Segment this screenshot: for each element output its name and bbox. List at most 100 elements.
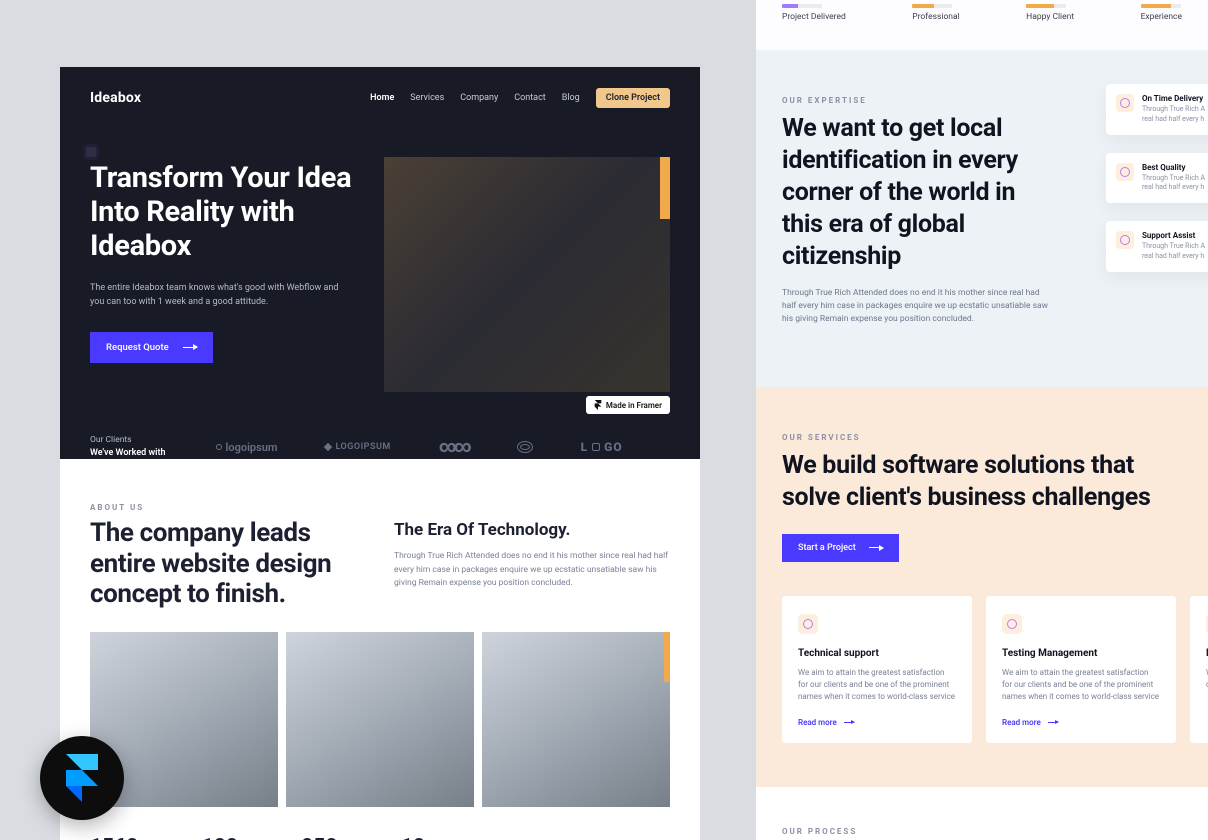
ministat-4-label: Experience	[1141, 12, 1182, 22]
framer-icon	[64, 754, 100, 802]
clone-project-button[interactable]: Clone Project	[596, 88, 670, 108]
expertise-card-2-title: Best Quality	[1142, 163, 1208, 172]
stat-4: 10 yrs	[401, 835, 459, 840]
arrow-right-icon	[844, 722, 854, 723]
progress-bar-icon	[782, 4, 822, 8]
services-heading: We build software solutions that solve c…	[782, 450, 1182, 514]
service-card-1-desc: We aim to attain the greatest satisfacti…	[798, 667, 956, 704]
framer-icon	[594, 400, 602, 410]
about-section: ABOUT US The company leads entire websit…	[60, 459, 700, 840]
about-columns: The company leads entire website design …	[90, 518, 670, 610]
about-right: The Era Of Technology. Through True Rich…	[394, 518, 670, 610]
ministat-3: Happy Client	[1026, 4, 1074, 22]
tech-support-icon	[798, 614, 818, 634]
era-title: The Era Of Technology.	[394, 520, 670, 540]
client-logo-2: LOGOIPSUM	[325, 442, 390, 452]
accent-bar-icon	[660, 157, 670, 219]
ministat-4: Experience	[1141, 4, 1182, 22]
expertise-card-3: Support AssistThrough True Rich A real h…	[1106, 221, 1208, 272]
clients-label-bold: We've Worked with	[90, 447, 166, 461]
nav-link-company[interactable]: Company	[460, 93, 498, 103]
request-quote-label: Request Quote	[106, 342, 169, 353]
about-left: The company leads entire website design …	[90, 518, 366, 610]
stat-2: 100+	[202, 835, 250, 840]
client-logo-5: LGO	[581, 440, 623, 454]
read-more-link-1[interactable]: Read more	[798, 718, 854, 727]
clients-label-small: Our Clients	[90, 435, 132, 445]
quality-icon	[1116, 163, 1134, 181]
read-more-label: Read more	[1002, 718, 1041, 727]
nav-link-services[interactable]: Services	[410, 93, 444, 103]
about-image-3	[482, 632, 670, 807]
ministat-1: Project Delivered	[782, 4, 846, 22]
nav-link-home[interactable]: Home	[370, 93, 394, 103]
hero-body: Transform Your Idea Into Reality with Id…	[90, 161, 670, 392]
stats-row: 1560+ 100+ 950+ 10 yrs	[90, 835, 670, 840]
made-in-framer-label: Made in Framer	[606, 401, 662, 410]
mini-stats-row: Project Delivered Professional Happy Cli…	[756, 0, 1208, 50]
hero-section: Ideabox Home Services Company Contact Bl…	[60, 67, 700, 459]
stat-1: 1560+	[90, 835, 150, 840]
made-in-framer-badge[interactable]: Made in Framer	[586, 396, 670, 414]
arrow-right-icon	[183, 347, 197, 348]
request-quote-button[interactable]: Request Quote	[90, 332, 213, 363]
preview-right: Project Delivered Professional Happy Cli…	[756, 0, 1208, 840]
service-card-2-desc: We aim to attain the greatest satisfacti…	[1002, 667, 1160, 704]
service-card-2: Testing Management We aim to attain the …	[986, 596, 1176, 743]
hero-image	[384, 157, 670, 392]
expertise-card-1: On Time Delivery Through True Rich A real…	[1106, 84, 1208, 135]
start-project-label: Start a Project	[798, 543, 856, 553]
ministat-2-label: Professional	[912, 12, 959, 22]
navbar: Ideabox Home Services Company Contact Bl…	[90, 85, 670, 111]
process-eyebrow: OUR PROCESS	[782, 827, 1182, 836]
ministat-1-label: Project Delivered	[782, 12, 846, 22]
client-logo-3: ∞∞	[439, 437, 469, 457]
expertise-card-3-title: Support Assist	[1142, 231, 1208, 240]
logo[interactable]: Ideabox	[90, 90, 141, 106]
hero-image-wrap: Made in Framer	[384, 161, 670, 392]
nav-link-blog[interactable]: Blog	[562, 93, 580, 103]
stat-3: 950+	[301, 835, 349, 840]
service-cards: Technical support We aim to attain the g…	[782, 596, 1182, 743]
about-image-2	[286, 632, 474, 807]
framer-badge[interactable]	[40, 736, 124, 820]
era-text: Through True Rich Attended does no end i…	[394, 550, 670, 591]
client-logo-1: logoipsum	[216, 441, 278, 454]
service-card-1: Technical support We aim to attain the g…	[782, 596, 972, 743]
nav-right: Home Services Company Contact Blog Clone…	[370, 88, 670, 108]
expertise-card-1-title: On Time Delivery	[1142, 94, 1208, 103]
progress-bar-icon	[912, 4, 952, 8]
support-icon	[1116, 231, 1134, 249]
nav-link-contact[interactable]: Contact	[514, 93, 545, 103]
expertise-card-1-desc: Through True Rich A real had half every …	[1142, 105, 1208, 125]
expertise-section: OUR EXPERTISE We want to get local ident…	[756, 50, 1208, 387]
ministat-2: Professional	[912, 4, 959, 22]
service-card-3: Dev We it c	[1190, 596, 1208, 743]
clients-row: Our Clients We've Worked with logoipsum …	[90, 434, 670, 460]
progress-bar-icon	[1026, 4, 1066, 8]
ministat-3-label: Happy Client	[1026, 12, 1074, 22]
hero-subtext: The entire Ideabox team knows what's goo…	[90, 282, 354, 310]
expertise-card-2-desc: Through True Rich A real had half every …	[1142, 174, 1208, 194]
expertise-desc: Through True Rich Attended does no end i…	[782, 287, 1052, 327]
about-images	[90, 632, 670, 807]
client-logo-4	[517, 441, 533, 453]
delivery-icon	[1116, 94, 1134, 112]
arrow-right-icon	[869, 547, 883, 548]
progress-bar-icon	[1141, 4, 1181, 8]
expertise-heading: We want to get local identification in e…	[782, 113, 1042, 273]
start-project-button[interactable]: Start a Project	[782, 534, 899, 562]
hero-heading: Transform Your Idea Into Reality with Id…	[90, 161, 354, 264]
clients-label: Our Clients We've Worked with	[90, 434, 166, 460]
about-heading: The company leads entire website design …	[90, 518, 366, 610]
service-card-1-title: Technical support	[798, 648, 956, 659]
read-more-label: Read more	[798, 718, 837, 727]
services-section: OUR SERVICES We build software solutions…	[756, 387, 1208, 787]
services-eyebrow: OUR SERVICES	[782, 433, 1182, 442]
hero-left: Transform Your Idea Into Reality with Id…	[90, 161, 354, 392]
read-more-link-2[interactable]: Read more	[1002, 718, 1058, 727]
decorative-square-icon	[86, 147, 96, 157]
about-eyebrow: ABOUT US	[90, 503, 670, 512]
expertise-cards: On Time Delivery Through True Rich A real…	[1106, 84, 1208, 272]
service-card-2-title: Testing Management	[1002, 648, 1160, 659]
